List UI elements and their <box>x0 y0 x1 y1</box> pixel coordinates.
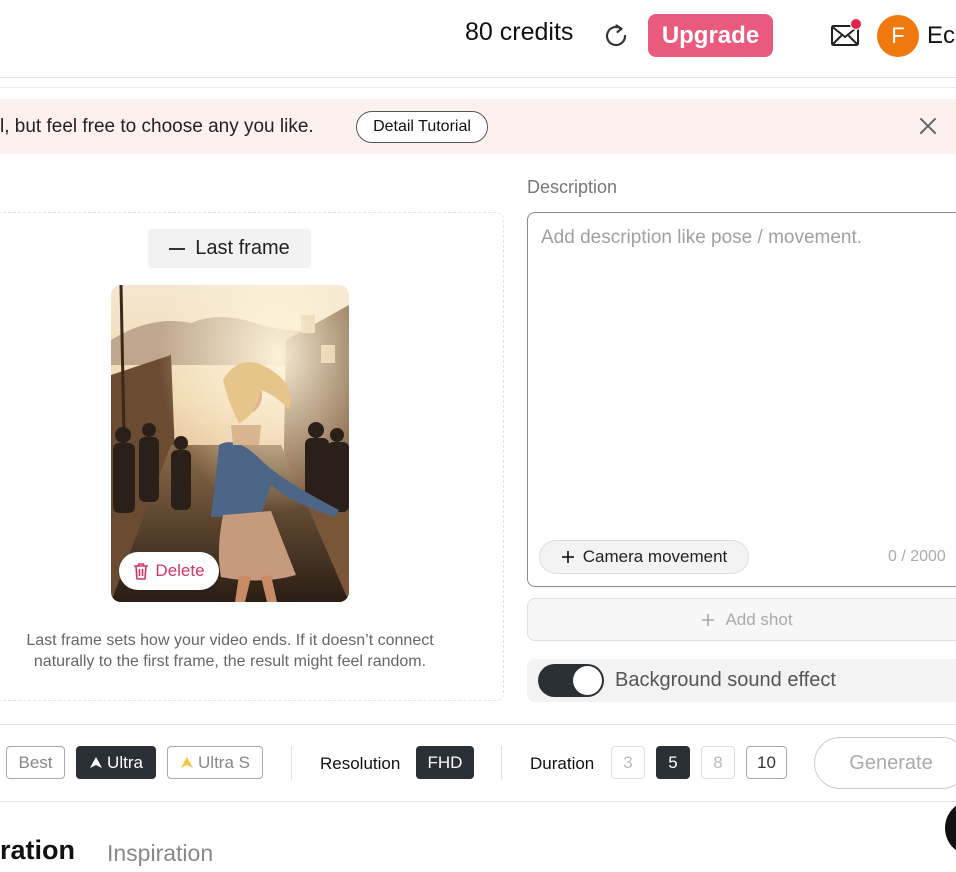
toolbar-divider-bottom <box>0 801 956 802</box>
plus-icon <box>702 613 715 626</box>
minus-icon <box>169 247 186 250</box>
description-label: Description <box>527 177 618 197</box>
delete-button[interactable]: Delete <box>119 552 219 590</box>
trash-icon <box>134 563 149 580</box>
last-frame-label: Last frame <box>195 237 290 259</box>
header-divider-secondary <box>0 87 956 88</box>
toggle-knob <box>573 666 602 695</box>
description-input[interactable] <box>539 225 953 529</box>
sound-effect-label: Background sound effect <box>615 669 836 691</box>
quality-best[interactable]: Best <box>6 746 65 779</box>
header-divider <box>0 77 956 78</box>
floating-action-button[interactable] <box>945 800 956 856</box>
close-icon[interactable] <box>918 116 938 136</box>
last-frame-hint: Last frame sets how your video ends. If … <box>26 632 434 670</box>
detail-tutorial-button[interactable]: Detail Tutorial <box>356 111 488 143</box>
add-shot-button[interactable]: Add shot <box>527 598 956 641</box>
last-frame-toggle[interactable]: Last frame <box>148 229 311 268</box>
add-shot-label: Add shot <box>725 609 793 629</box>
toolbar-separator <box>291 746 292 780</box>
quality-ultra-s[interactable]: Ultra S <box>167 746 263 779</box>
resolution-label: Resolution <box>320 754 401 773</box>
notification-dot <box>850 18 862 30</box>
quality-ultra-s-label: Ultra S <box>198 752 250 772</box>
credits-count: 80 credits <box>465 18 574 46</box>
toolbar-separator <box>501 746 502 780</box>
duration-10[interactable]: 10 <box>746 746 787 779</box>
quality-ultra[interactable]: Ultra <box>76 746 156 779</box>
camera-movement-label: Camera movement <box>582 547 728 566</box>
character-counter: 0 / 2000 <box>888 548 946 565</box>
upgrade-button[interactable]: Upgrade <box>648 14 773 57</box>
ultra-icon <box>181 757 194 768</box>
quality-ultra-label: Ultra <box>107 752 143 772</box>
toolbar-divider-top <box>0 724 956 725</box>
camera-movement-button[interactable]: Camera movement <box>539 540 749 574</box>
delete-label: Delete <box>155 561 205 580</box>
banner-text: l, but feel free to choose any you like. <box>0 116 314 137</box>
resolution-fhd[interactable]: FHD <box>416 746 474 779</box>
duration-label: Duration <box>530 754 595 773</box>
refresh-icon[interactable] <box>601 21 631 51</box>
tab-inspiration[interactable]: Inspiration <box>107 840 213 867</box>
tab-generation[interactable]: ration <box>0 835 75 866</box>
plus-icon <box>561 551 574 563</box>
username[interactable]: Ecl <box>927 22 956 50</box>
generate-button[interactable]: Generate <box>814 737 956 789</box>
ultra-icon <box>90 757 103 768</box>
duration-8[interactable]: 8 <box>701 746 735 779</box>
avatar[interactable]: F <box>877 15 919 57</box>
duration-5[interactable]: 5 <box>656 746 690 779</box>
duration-3[interactable]: 3 <box>611 746 645 779</box>
